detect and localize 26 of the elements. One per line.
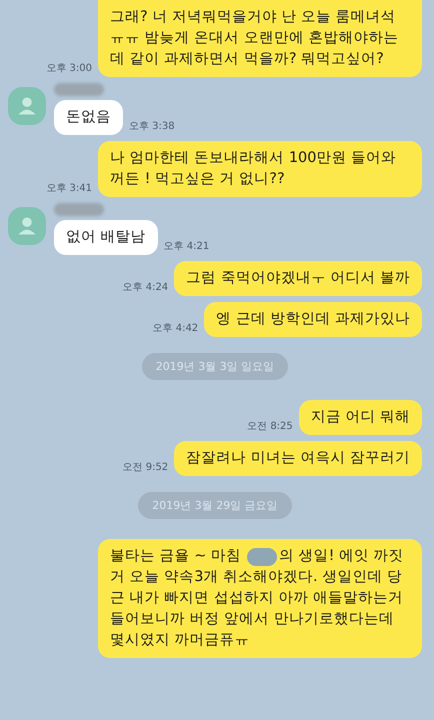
message-time: 오후 3:00 [46, 62, 92, 75]
message-text: 불타는 금욜 ~ 마침 [110, 547, 241, 566]
redaction-blur [54, 203, 104, 216]
message-time: 오후 3:41 [46, 182, 92, 195]
message-bubble: 그래? 너 저녁뭐먹을거야 난 오늘 룸메녀석 ㅠㅠ 밤늦게 온대서 오랜만에 혼밥해야하는데 같이 과제하면서 먹을까? 뭐먹고싶어? [98, 0, 422, 77]
message-text: 거 오늘 약속3개 취소해야겠다. 생일인데 당근 내가 빠지면 섭섭하지 아까 애들말하는거 들어보니까 버정 앞에서 만나기로했다는데 몇시였지 까머금퓨ㅠ [110, 568, 404, 650]
message-time: 오전 9:52 [122, 461, 168, 474]
message-bubble: 그럼 죽먹어야겠내ㅜ 어디서 볼까 [174, 261, 422, 296]
message-time: 오후 3:38 [129, 120, 175, 133]
message-bubble: 돈없음 [54, 100, 123, 135]
redaction-blur [246, 548, 277, 566]
redaction-blur [54, 83, 104, 96]
message-bubble: 지금 어디 뭐해 [298, 400, 422, 435]
avatar-icon[interactable] [8, 207, 46, 245]
message-text: 의 생일! 에잇 까짓 [278, 547, 404, 566]
message-time: 오후 4:21 [164, 240, 210, 253]
message-time: 오전 8:25 [247, 420, 293, 433]
message-bubble: 없어 배탈남 [54, 220, 158, 255]
message-bubble: 잠잘려나 미녀는 여윽시 잠꾸러기 [174, 441, 422, 476]
date-divider: 2019년 3월 3일 일요일 [142, 353, 288, 380]
message-time: 오후 4:42 [152, 322, 198, 335]
message-bubble: 나 엄마한테 돈보내라해서 100만원 들어와꺼든 ! 먹고싶은 거 없니?? [98, 141, 422, 197]
message-bubble: 엥 근데 방학인데 과제가있나 [204, 302, 422, 337]
date-divider: 2019년 3월 29일 금요일 [138, 492, 292, 519]
avatar-icon[interactable] [8, 87, 46, 125]
message-time: 오후 4:24 [122, 281, 168, 294]
